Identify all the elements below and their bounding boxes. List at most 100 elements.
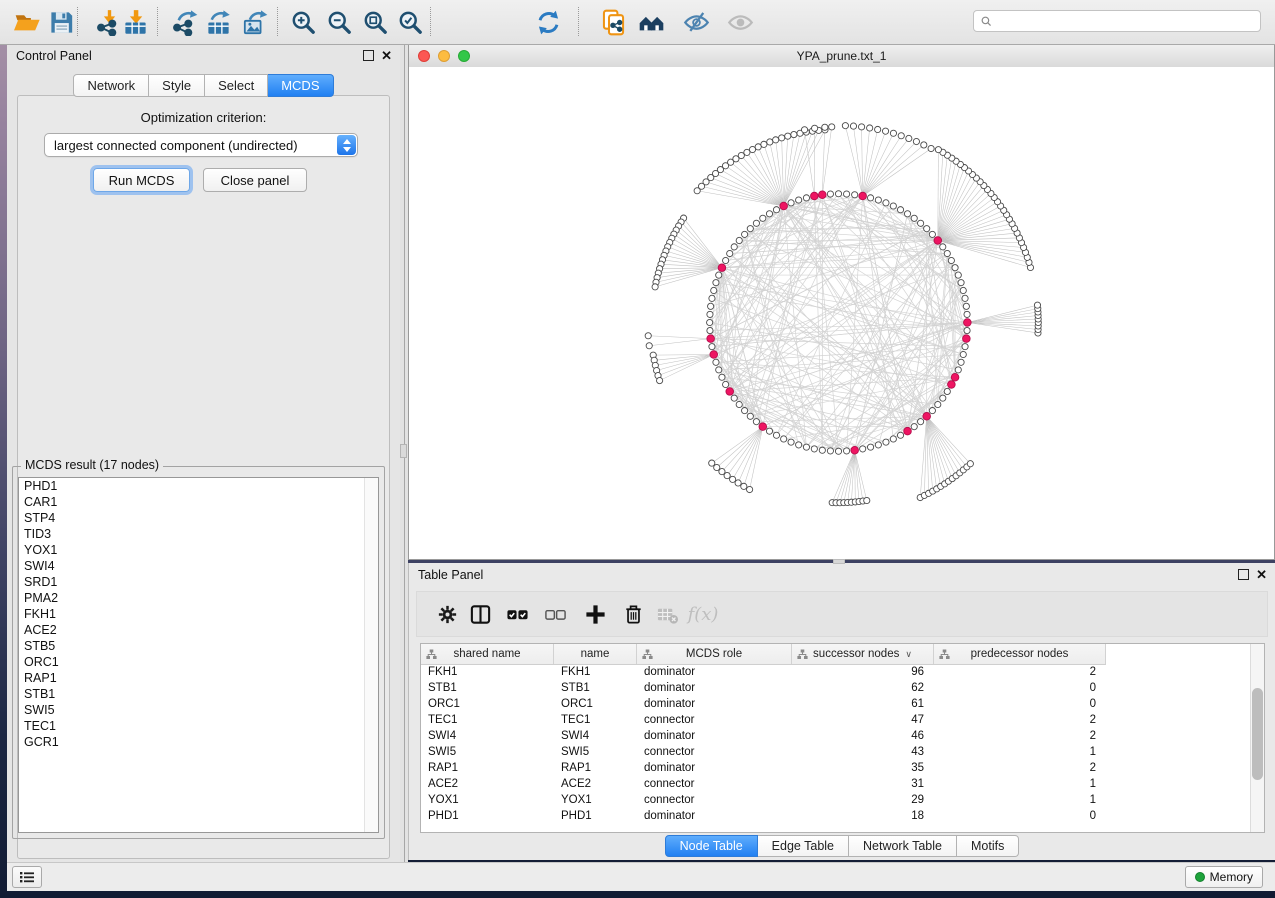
network-node[interactable] [747,226,753,232]
network-leaf-node[interactable] [890,130,896,136]
network-node[interactable] [773,432,779,438]
mcds-result-item[interactable]: STB1 [19,686,378,702]
network-node[interactable] [918,419,924,425]
mcds-result-scrollbar[interactable] [364,478,378,832]
network-node[interactable] [753,419,759,425]
zoom-fit-button[interactable] [358,5,392,39]
first-neighbors-button[interactable] [634,5,668,39]
network-node[interactable] [819,447,825,453]
mcds-result-item[interactable]: ORC1 [19,654,378,670]
network-hub-node[interactable] [718,264,726,272]
mcds-result-item[interactable]: STP4 [19,510,378,526]
network-node[interactable] [860,446,866,452]
column-panel-button[interactable] [465,599,495,629]
network-node[interactable] [962,295,968,301]
network-leaf-node[interactable] [858,124,864,130]
network-leaf-node[interactable] [898,133,904,139]
network-leaf-node[interactable] [741,483,747,489]
network-node[interactable] [948,257,954,263]
column-header-predecessor-nodes[interactable]: predecessor nodes [934,644,1106,664]
network-leaf-node[interactable] [812,125,818,131]
network-node[interactable] [727,250,733,256]
network-node[interactable] [711,287,717,293]
network-leaf-node[interactable] [755,144,761,150]
export-network-button[interactable] [168,5,202,39]
network-hub-node[interactable] [710,351,718,359]
horizontal-splitter-handle[interactable] [833,559,845,564]
network-node[interactable] [875,197,881,203]
tab-mcds[interactable]: MCDS [268,74,333,97]
run-mcds-button[interactable]: Run MCDS [93,168,190,192]
add-column-button[interactable] [580,599,610,629]
network-node[interactable] [911,215,917,221]
network-node[interactable] [940,244,946,250]
table-row[interactable]: FKH1FKH1dominator962 [421,664,1251,680]
network-leaf-node[interactable] [747,486,753,492]
network-node[interactable] [944,250,950,256]
network-leaf-node[interactable] [694,188,700,194]
network-hub-node[interactable] [851,446,859,454]
network-node[interactable] [716,272,722,278]
tab-node-table[interactable]: Node Table [665,835,758,857]
network-node[interactable] [811,446,817,452]
network-node[interactable] [713,280,719,286]
network-node[interactable] [708,303,714,309]
network-leaf-node[interactable] [1034,302,1040,308]
network-node[interactable] [788,439,794,445]
network-hub-node[interactable] [819,191,827,199]
network-node[interactable] [731,395,737,401]
network-leaf-node[interactable] [822,124,828,130]
network-node[interactable] [766,428,772,434]
network-leaf-node[interactable] [935,147,941,153]
table-row[interactable]: SWI5SWI5connector431 [421,744,1251,760]
network-hub-node[interactable] [963,335,971,343]
mcds-result-item[interactable]: RAP1 [19,670,378,686]
network-node[interactable] [766,211,772,217]
network-node[interactable] [843,191,849,197]
import-table-button[interactable] [118,5,152,39]
network-node[interactable] [723,381,729,387]
network-leaf-node[interactable] [767,139,773,145]
zoom-in-button[interactable] [286,5,320,39]
network-node[interactable] [944,388,950,394]
network-node[interactable] [962,344,968,350]
network-leaf-node[interactable] [645,333,651,339]
network-node[interactable] [707,319,713,325]
network-hub-node[interactable] [923,412,931,420]
zoom-out-button[interactable] [322,5,356,39]
network-node[interactable] [958,280,964,286]
network-leaf-node[interactable] [801,127,807,133]
optimization-criterion-select[interactable]: largest connected component (undirected) [44,133,358,157]
network-node[interactable] [719,374,725,380]
network-node[interactable] [955,272,961,278]
network-node[interactable] [918,220,924,226]
float-panel-icon[interactable] [363,50,374,61]
refresh-layout-button[interactable] [531,5,565,39]
network-leaf-node[interactable] [867,125,873,131]
mcds-result-item[interactable]: PHD1 [19,478,378,494]
open-file-button[interactable] [10,5,44,39]
column-header-shared-name[interactable]: shared name [421,644,554,664]
network-node[interactable] [958,359,964,365]
network-node[interactable] [955,367,961,373]
network-node[interactable] [709,344,715,350]
network-leaf-node[interactable] [779,135,785,141]
table-scrollbar[interactable] [1250,644,1264,832]
network-node[interactable] [827,191,833,197]
network-leaf-node[interactable] [850,123,856,129]
network-node[interactable] [867,195,873,201]
network-node[interactable] [852,192,858,198]
column-header-MCDS-role[interactable]: MCDS role [637,644,792,664]
network-leaf-node[interactable] [773,137,779,143]
network-leaf-node[interactable] [864,497,870,503]
mcds-result-item[interactable]: SWI4 [19,558,378,574]
minimize-window-icon[interactable] [438,50,450,62]
select-all-columns-button[interactable] [502,599,532,629]
search-box[interactable] [973,10,1261,32]
mcds-result-item[interactable]: GCR1 [19,734,378,750]
network-node[interactable] [883,439,889,445]
mcds-result-item[interactable]: STB5 [19,638,378,654]
network-node[interactable] [890,203,896,209]
table-row[interactable]: ORC1ORC1dominator610 [421,696,1251,712]
close-panel-icon[interactable]: ✕ [381,49,392,62]
